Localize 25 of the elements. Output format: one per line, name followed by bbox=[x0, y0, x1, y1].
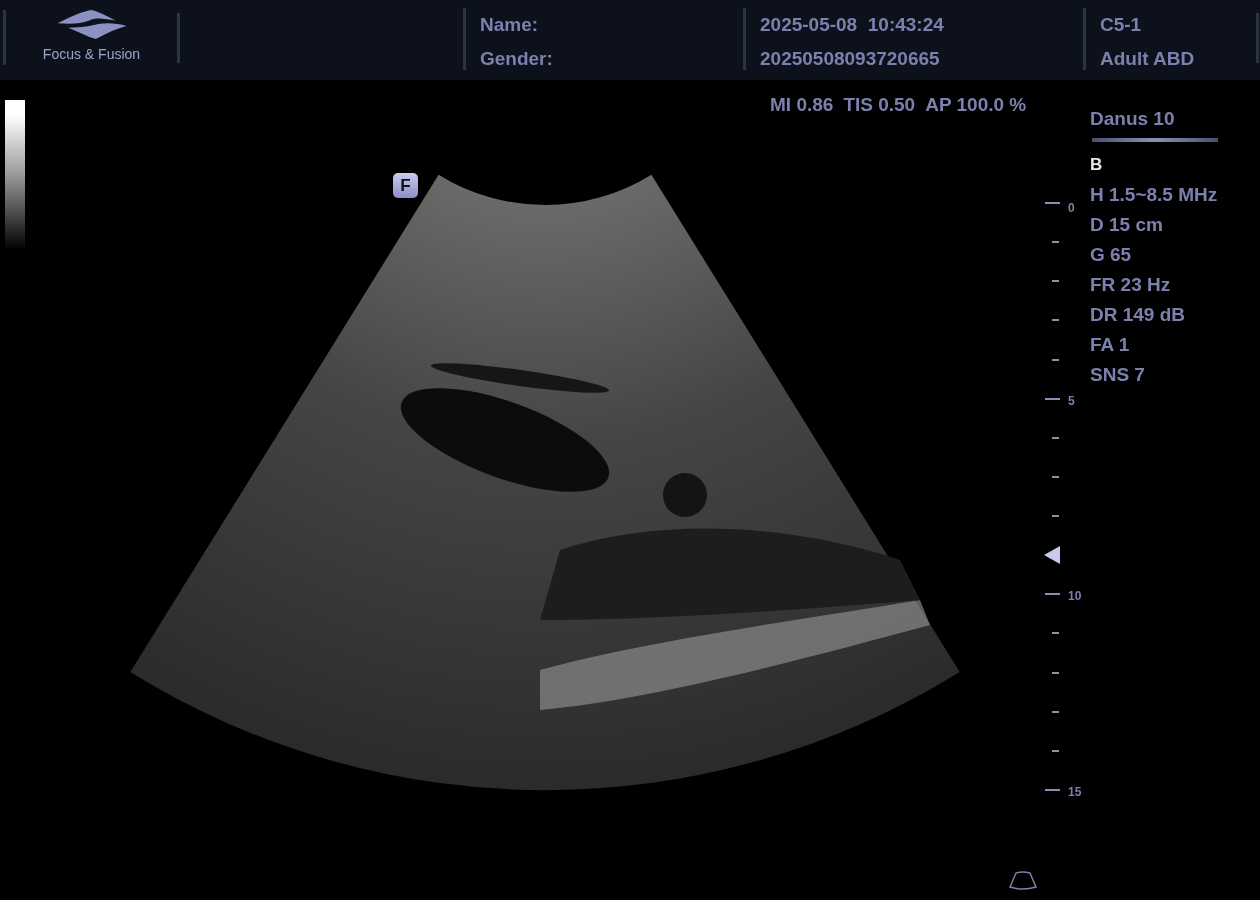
depth-label: 15 bbox=[1068, 783, 1082, 801]
depth-label: 10 bbox=[1068, 588, 1082, 606]
imaging-parameter: SNS 7 bbox=[1090, 363, 1146, 387]
depth-label: 0 bbox=[1068, 200, 1075, 217]
imaging-parameter: H 1.5~8.5 MHz bbox=[1090, 183, 1218, 207]
imaging-parameter: D 15 cm bbox=[1090, 213, 1164, 237]
imaging-parameter: FA 1 bbox=[1090, 333, 1131, 357]
probe-icon bbox=[1008, 871, 1038, 891]
imaging-parameter: FR 23 Hz bbox=[1090, 273, 1172, 297]
name-label: Name: bbox=[480, 13, 540, 37]
logo-text: Focus & Fusion bbox=[42, 45, 141, 64]
imaging-parameter: DR 149 dB bbox=[1090, 303, 1187, 327]
exam-id: 20250508093720665 bbox=[760, 47, 941, 71]
system-name: Danus 10 bbox=[1090, 107, 1176, 131]
mode-label: B bbox=[1090, 154, 1104, 176]
acoustic-output-value: AP 100.0 % bbox=[925, 93, 1027, 117]
gender-label: Gender: bbox=[480, 47, 554, 71]
exam-datetime: 2025-05-08 10:43:24 bbox=[760, 13, 945, 37]
acoustic-output-value: TIS 0.50 bbox=[843, 93, 916, 117]
exam-preset: Adult ABD bbox=[1100, 47, 1196, 71]
acoustic-output-value: MI 0.86 bbox=[770, 93, 834, 117]
depth-label: 5 bbox=[1068, 392, 1075, 410]
imaging-parameter: G 65 bbox=[1090, 243, 1133, 267]
focus-badge: F bbox=[393, 173, 418, 198]
probe-model: C5-1 bbox=[1100, 13, 1143, 37]
